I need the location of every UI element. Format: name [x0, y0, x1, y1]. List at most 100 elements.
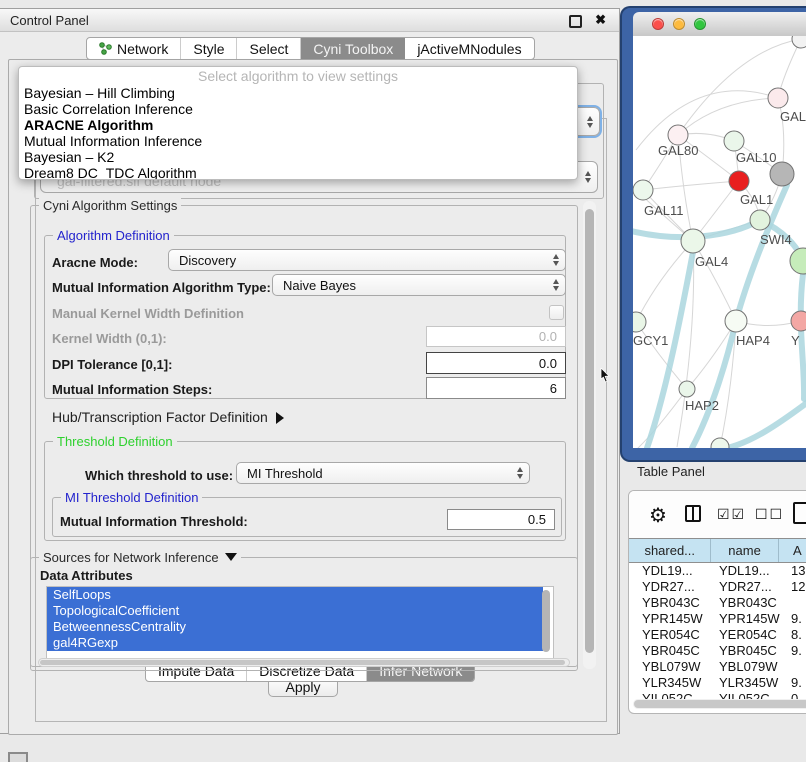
- node-hap4[interactable]: [725, 310, 747, 332]
- dropdown-item[interactable]: Bayesian – K2: [19, 149, 577, 165]
- attribute-item[interactable]: SelfLoops: [47, 587, 543, 603]
- column-header-1[interactable]: shared...: [629, 539, 711, 562]
- node-gray[interactable]: [770, 162, 794, 186]
- dpi-tolerance-field[interactable]: 0.0: [426, 352, 566, 374]
- table-cell: YPR145W: [715, 611, 785, 627]
- table-cell: YER054C: [629, 627, 715, 643]
- split-view-icon[interactable]: [685, 505, 701, 522]
- tab-jactivemnodules[interactable]: jActiveMNodules: [405, 38, 533, 59]
- network-canvas[interactable]: GAL80GAL10GAL1GAL11SWI4GAL4GCY1HAP4YHAP2…: [633, 36, 806, 448]
- node-label-hap4: HAP4: [736, 333, 770, 348]
- dropdown-item[interactable]: Basic Correlation Inference: [19, 101, 577, 117]
- table-row[interactable]: YDL19...YDL19...13: [629, 563, 806, 579]
- docked-panel-chip[interactable]: [8, 752, 28, 762]
- node-gal11[interactable]: [633, 180, 653, 200]
- table-row[interactable]: YDR27...YDR27...12: [629, 579, 806, 595]
- manual-kernel-checkbox[interactable]: [549, 305, 564, 320]
- kernel-width-field: 0.0: [426, 326, 566, 347]
- attribute-item[interactable]: BetweennessCentrality: [47, 619, 543, 635]
- control-panel-window: Control Panel ✖ NetworkStyleSelectCyni T…: [0, 8, 620, 734]
- dropdown-item[interactable]: Dream8 DC_TDC Algorithm: [19, 165, 577, 180]
- node-gal80[interactable]: [668, 125, 688, 145]
- combo-stepper-icon: [517, 467, 523, 479]
- table-cell: YER054C: [715, 627, 785, 643]
- mac-zoom-icon[interactable]: [694, 18, 706, 30]
- table-cell: YBR043C: [629, 595, 715, 611]
- mac-close-icon[interactable]: [652, 18, 664, 30]
- settings-vertical-scrollbar[interactable]: [583, 201, 596, 669]
- node-swi4[interactable]: [750, 210, 770, 230]
- attribute-item[interactable]: TopologicalCoefficient: [47, 603, 543, 619]
- tab-cyni-toolbox[interactable]: Cyni Toolbox: [301, 38, 405, 59]
- node-bottom-partial[interactable]: [711, 438, 729, 448]
- network-edge: [643, 181, 739, 190]
- which-threshold-combo[interactable]: MI Threshold: [236, 462, 530, 484]
- list-scrollbar[interactable]: [542, 590, 550, 652]
- combo-stepper-icon: [553, 279, 559, 291]
- mi-steps-field[interactable]: 6: [426, 377, 566, 399]
- sources-legend[interactable]: Sources for Network Inference: [39, 550, 241, 565]
- network-edge-thick: [801, 274, 804, 399]
- select-all-checkboxes-icon[interactable]: ☑☑: [717, 506, 746, 523]
- attribute-item[interactable]: gal4RGexp: [47, 635, 543, 651]
- node-gal-right[interactable]: [768, 88, 788, 108]
- dropdown-item[interactable]: ARACNE Algorithm: [19, 117, 577, 133]
- node-pink-right[interactable]: [791, 311, 806, 331]
- table-cell: 8.: [785, 627, 806, 643]
- table-cell: YDL19...: [629, 563, 715, 579]
- mac-minimize-icon[interactable]: [673, 18, 685, 30]
- tab-style[interactable]: Style: [181, 38, 237, 59]
- aracne-mode-value: Discovery: [179, 253, 236, 268]
- node-gal10[interactable]: [724, 131, 744, 151]
- horizontal-scrollbar[interactable]: [38, 658, 570, 667]
- node-gal1-red[interactable]: [729, 171, 749, 191]
- tab-select[interactable]: Select: [237, 38, 301, 59]
- threshold-definition-legend: Threshold Definition: [53, 434, 177, 449]
- mi-algorithm-type-combo[interactable]: Naive Bayes: [272, 274, 566, 296]
- network-graph: GAL80GAL10GAL1GAL11SWI4GAL4GCY1HAP4YHAP2…: [633, 36, 806, 448]
- float-window-icon[interactable]: [569, 15, 582, 28]
- node-label-gal11: GAL11: [644, 203, 684, 218]
- table-row[interactable]: YLR345WYLR345W9.: [629, 675, 806, 691]
- which-threshold-label: Which threshold to use:: [85, 468, 233, 483]
- node-gcy1[interactable]: [633, 312, 646, 332]
- tab-label: Cyni Toolbox: [313, 41, 393, 57]
- hub-definition-toggle[interactable]: Hub/Transcription Factor Definition: [52, 409, 284, 425]
- dropdown-item[interactable]: Bayesian – Hill Climbing: [19, 85, 577, 101]
- table-horizontal-scrollbar[interactable]: [633, 699, 806, 709]
- network-window-frame: GAL80GAL10GAL1GAL11SWI4GAL4GCY1HAP4YHAP2…: [622, 8, 806, 460]
- table-row[interactable]: YBR043CYBR043C: [629, 595, 806, 611]
- node-hap2[interactable]: [679, 381, 695, 397]
- table-row[interactable]: YPR145WYPR145W9.: [629, 611, 806, 627]
- node-top-partial[interactable]: [792, 36, 806, 48]
- deselect-checkboxes-icon[interactable]: ☐☐: [755, 506, 784, 523]
- mi-threshold-legend: MI Threshold Definition: [61, 490, 202, 505]
- mi-threshold-field[interactable]: 0.5: [447, 509, 555, 530]
- cyni-settings-legend: Cyni Algorithm Settings: [39, 198, 181, 213]
- table-cell: YBL079W: [715, 659, 785, 675]
- table-row[interactable]: YBR045CYBR045C9.: [629, 643, 806, 659]
- node-green-right[interactable]: [790, 248, 806, 274]
- table-cell: YBR045C: [629, 643, 715, 659]
- mi-type-label: Mutual Information Algorithm Type:: [52, 280, 271, 295]
- close-icon[interactable]: ✖: [595, 12, 606, 28]
- tab-network[interactable]: Network: [87, 38, 181, 59]
- algorithm-dropdown-popup: Select algorithm to view settings Bayesi…: [18, 66, 578, 180]
- dropdown-item-list: Bayesian – Hill ClimbingBasic Correlatio…: [19, 85, 577, 180]
- dropdown-item[interactable]: Mutual Information Inference: [19, 133, 577, 149]
- gear-icon[interactable]: ⚙: [649, 503, 667, 528]
- table-cell: 13: [785, 563, 806, 579]
- column-header-3[interactable]: A: [779, 539, 806, 562]
- data-attributes-label: Data Attributes: [40, 568, 133, 583]
- new-column-icon[interactable]: [793, 502, 806, 524]
- data-attributes-list[interactable]: SelfLoopsTopologicalCoefficientBetweenne…: [46, 586, 554, 660]
- column-header-2[interactable]: name: [711, 539, 778, 562]
- dpi-tolerance-value: 0.0: [539, 356, 557, 371]
- node-gal4[interactable]: [681, 229, 705, 253]
- table-row[interactable]: YBL079WYBL079W: [629, 659, 806, 675]
- network-edge-thick: [647, 252, 693, 448]
- table-cell: 9.: [785, 675, 806, 691]
- table-row[interactable]: YER054CYER054C8.: [629, 627, 806, 643]
- table-cell: YDR27...: [629, 579, 715, 595]
- aracne-mode-combo[interactable]: Discovery: [168, 249, 566, 271]
